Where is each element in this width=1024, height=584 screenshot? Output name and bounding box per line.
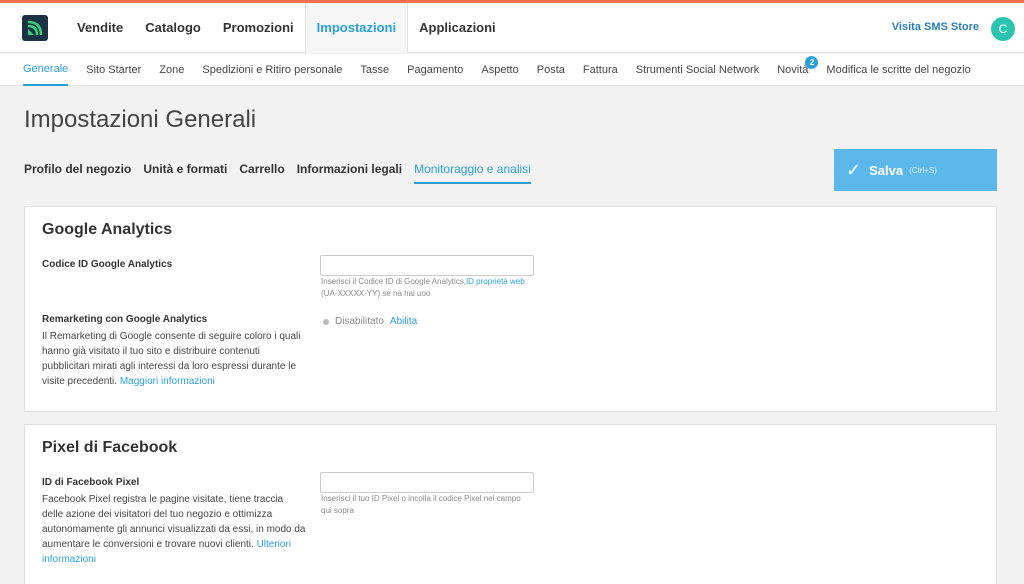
nav-vendite[interactable]: Vendite (66, 3, 134, 53)
google-analytics-title: Google Analytics (42, 221, 173, 238)
remarketing-label: Remarketing con Google Analytics (42, 314, 208, 325)
google-analytics-card: Google Analytics Codice ID Google Analyt… (24, 206, 997, 412)
tab-monitoraggio[interactable]: Monitoraggio e analisi (414, 162, 531, 184)
subnav-spedizioni[interactable]: Spedizioni e Ritiro personale (202, 54, 342, 86)
ga-code-hint-prefix: Inserisci il Codice ID di Google Analyti… (321, 277, 466, 286)
remarketing-status: Disabilitato Abilita (323, 316, 417, 327)
nav-impostazioni[interactable]: Impostazioni (304, 2, 409, 53)
tab-profilo[interactable]: Profilo del negozio (24, 162, 131, 184)
avatar[interactable]: C (991, 17, 1015, 41)
ga-code-label: Codice ID Google Analytics (42, 259, 173, 270)
subnav-pagamento[interactable]: Pagamento (407, 54, 463, 86)
nav-catalogo[interactable]: Catalogo (134, 3, 212, 53)
settings-subnav: Generale Sito Starter Zone Spedizioni e … (0, 54, 1024, 86)
tab-carrello[interactable]: Carrello (239, 162, 284, 184)
subnav-aspetto[interactable]: Aspetto (481, 54, 518, 86)
subnav-sito-starter[interactable]: Sito Starter (86, 54, 141, 86)
save-label: Salva (869, 162, 904, 178)
logo-icon[interactable] (22, 14, 48, 41)
subnav-zone[interactable]: Zone (159, 54, 184, 86)
save-button[interactable]: ✓ Salva (Ctrl+S) (834, 149, 997, 191)
nav-promozioni[interactable]: Promozioni (212, 3, 305, 53)
tab-unita-formati[interactable]: Unità e formati (143, 162, 227, 184)
enable-remarketing-link[interactable]: Abilita (390, 316, 417, 327)
nav-applicazioni[interactable]: Applicazioni (408, 3, 507, 53)
subnav-novita[interactable]: Novità 2 (777, 54, 819, 86)
facebook-pixel-card: Pixel di Facebook ID di Facebook Pixel F… (24, 424, 997, 584)
remarketing-description: Il Remarketing di Google consente di seg… (42, 329, 307, 389)
subnav-tasse[interactable]: Tasse (360, 54, 389, 86)
page-title: Impostazioni Generali (24, 106, 257, 133)
novita-count-badge: 2 (805, 55, 819, 69)
ga-code-hint: Inserisci il Codice ID di Google Analyti… (321, 276, 541, 300)
subnav-modifica-scritte[interactable]: Modifica le scritte del negozio (826, 54, 970, 86)
status-dot-icon (323, 318, 329, 325)
fb-pixel-label: ID di Facebook Pixel (42, 477, 140, 488)
subnav-fattura[interactable]: Fattura (583, 54, 618, 86)
subnav-novita-label: Novità (777, 63, 809, 76)
top-navigation: Vendite Catalogo Promozioni Impostazioni… (0, 2, 1024, 53)
check-icon: ✓ (846, 159, 862, 180)
subnav-generale[interactable]: Generale (23, 54, 69, 86)
remarketing-status-text: Disabilitato (335, 316, 384, 327)
ga-code-hint-suffix: (UA-XXXXX-YY) se na hai uoo (321, 289, 431, 298)
fb-pixel-description: Facebook Pixel registra le pagine visita… (42, 492, 307, 567)
tab-informazioni-legali[interactable]: Informazioni legali (297, 162, 402, 184)
visit-store-link[interactable]: Visita SMS Store (892, 21, 979, 33)
settings-tabs: Profilo del negozio Unità e formati Carr… (24, 162, 543, 184)
remarketing-more-info-link[interactable]: Maggiori informazioni (120, 376, 215, 387)
save-shortcut: (Ctrl+S) (909, 165, 937, 175)
ga-property-id-link[interactable]: ID proprietà web (466, 277, 525, 286)
subnav-social[interactable]: Strumenti Social Network (636, 54, 760, 86)
subnav-posta[interactable]: Posta (537, 54, 565, 86)
fb-pixel-input[interactable] (320, 472, 534, 493)
fb-pixel-hint: Inserisci il tuo ID Pixel o incolla il c… (321, 494, 521, 515)
ga-code-input[interactable] (320, 255, 534, 276)
facebook-pixel-title: Pixel di Facebook (42, 439, 178, 456)
